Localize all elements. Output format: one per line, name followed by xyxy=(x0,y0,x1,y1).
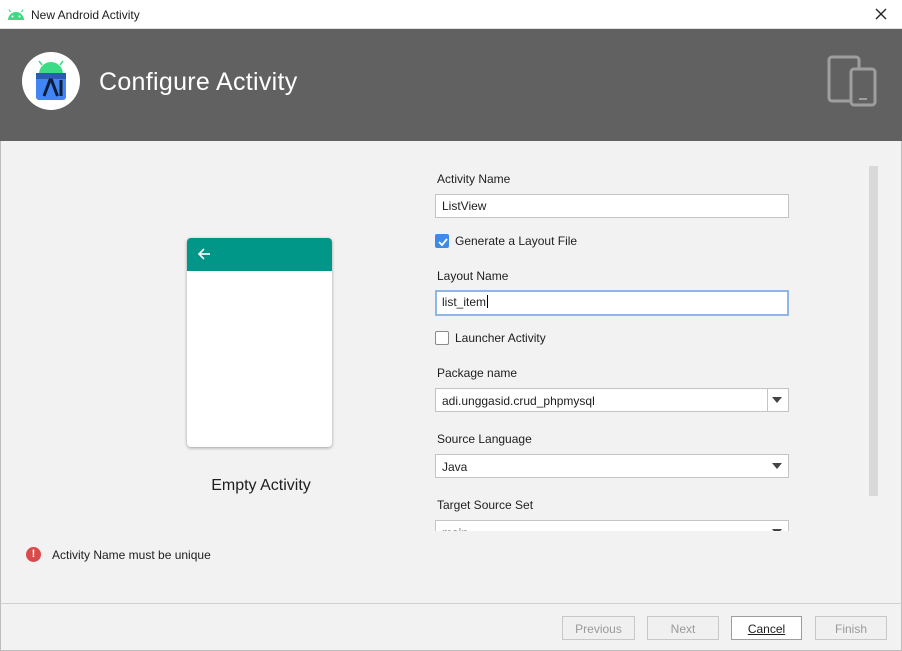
devices-icon xyxy=(827,55,877,107)
android-studio-logo xyxy=(22,52,80,110)
wizard-footer: Previous Next Cancel Finish xyxy=(0,603,902,651)
android-studio-icon xyxy=(36,60,66,100)
next-button[interactable]: Next xyxy=(647,616,719,640)
activity-name-field[interactable]: ListView xyxy=(435,194,789,218)
layout-name-field[interactable]: list_item xyxy=(435,290,789,316)
generate-layout-label: Generate a Layout File xyxy=(455,234,578,248)
window-title: New Android Activity xyxy=(31,8,140,22)
package-name-label: Package name xyxy=(437,366,518,380)
cancel-button[interactable]: Cancel xyxy=(731,616,802,640)
source-language-value: Java xyxy=(442,460,468,474)
checkmark-icon xyxy=(438,238,448,247)
activity-preview xyxy=(187,238,332,447)
package-name-combo[interactable]: adi.unggasid.crud_phpmysql xyxy=(435,388,789,412)
activity-name-label: Activity Name xyxy=(437,172,511,186)
chevron-down-icon[interactable] xyxy=(772,529,782,531)
wizard-header: Configure Activity xyxy=(0,29,902,141)
layout-name-value: list_item xyxy=(442,295,487,309)
activity-name-value: ListView xyxy=(442,199,487,213)
cancel-button-label: Cancel xyxy=(747,622,786,636)
text-caret xyxy=(487,295,489,308)
back-arrow-icon xyxy=(197,248,210,260)
template-name: Empty Activity xyxy=(211,477,311,494)
wizard-content: Empty Activity Activity Name ListView Ge… xyxy=(0,141,902,603)
target-source-set-clip: main xyxy=(435,520,789,531)
error-message: Activity Name must be unique xyxy=(52,548,211,562)
generate-layout-check[interactable] xyxy=(435,234,449,248)
launcher-activity-check[interactable] xyxy=(435,331,449,345)
preview-app-bar xyxy=(187,238,332,271)
title-bar: New Android Activity xyxy=(0,0,902,29)
launcher-activity-label: Launcher Activity xyxy=(455,331,546,345)
finish-button[interactable]: Finish xyxy=(815,616,887,640)
target-source-set-label: Target Source Set xyxy=(437,498,534,512)
source-language-label: Source Language xyxy=(437,432,532,446)
error-icon: ! xyxy=(26,547,41,562)
combo-separator xyxy=(767,389,768,411)
chevron-down-icon[interactable] xyxy=(772,463,782,469)
package-name-value: adi.unggasid.crud_phpmysql xyxy=(442,394,595,408)
source-language-select[interactable]: Java xyxy=(435,454,789,478)
layout-name-label: Layout Name xyxy=(437,269,509,283)
chevron-down-icon[interactable] xyxy=(772,397,782,403)
target-source-set-value: main xyxy=(442,526,468,531)
target-source-set-select[interactable]: main xyxy=(435,520,789,531)
android-icon xyxy=(8,9,24,20)
close-icon[interactable] xyxy=(873,6,889,22)
page-title: Configure Activity xyxy=(99,68,298,96)
form-scrollbar[interactable] xyxy=(869,166,878,496)
previous-button[interactable]: Previous xyxy=(562,616,635,640)
